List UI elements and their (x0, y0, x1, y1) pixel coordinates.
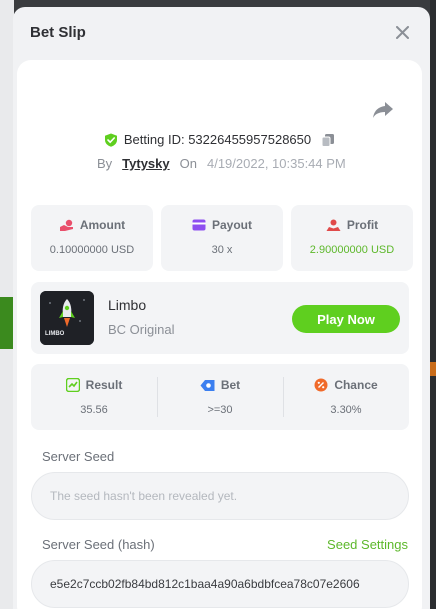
stat-cards: Amount 0.10000000 USD Payout 30 x Profit… (31, 205, 413, 271)
profit-card: Profit 2.90000000 USD (291, 205, 413, 271)
bet-value: >=30 (207, 404, 233, 416)
close-button[interactable] (392, 22, 412, 42)
bet-meta-row: By Tytysky On 4/19/2022, 10:35:44 PM (97, 156, 346, 171)
shield-check-icon (104, 133, 117, 147)
game-name: Limbo (108, 297, 147, 313)
server-seed-label: Server Seed (42, 449, 115, 464)
game-card: LIMBO Limbo BC Original Play Now (31, 282, 409, 354)
payout-icon (192, 219, 206, 231)
bet-label: Bet (220, 378, 241, 392)
payout-value: 30 x (211, 244, 233, 256)
play-now-button[interactable]: Play Now (292, 305, 400, 333)
by-label: By (97, 156, 113, 171)
bet-icon (200, 379, 215, 391)
copy-icon[interactable] (321, 133, 335, 147)
modal-title: Bet Slip (30, 23, 86, 41)
profit-label: Profit (346, 218, 379, 232)
result-column: Result 35.56 (31, 364, 157, 430)
chance-icon (314, 378, 328, 392)
background-green-block (0, 297, 14, 349)
share-button[interactable] (372, 100, 394, 120)
result-value: 35.56 (80, 404, 108, 416)
payout-label: Payout (211, 218, 252, 232)
amount-value: 0.10000000 USD (49, 244, 135, 256)
amount-icon (59, 219, 73, 231)
thumbnail-text: LIMBO (45, 331, 65, 337)
bet-date: 4/19/2022, 10:35:44 PM (206, 156, 346, 171)
share-icon (373, 102, 393, 118)
chance-column: Chance 3.30% (283, 364, 409, 430)
profit-value: 2.90000000 USD (309, 244, 395, 256)
background-right-strip (430, 0, 436, 609)
result-icon (65, 378, 80, 392)
seed-settings-link[interactable]: Seed Settings (327, 537, 408, 552)
profit-icon (326, 219, 341, 231)
amount-card: Amount 0.10000000 USD (31, 205, 153, 271)
close-icon (395, 25, 409, 39)
on-label: On (179, 156, 197, 171)
server-seed-hash-field[interactable]: e5e2c7ccb02fb84bd812c1baa4a90a6bdbfcea78… (31, 560, 409, 608)
limbo-game-thumbnail[interactable]: LIMBO (40, 291, 94, 345)
payout-card: Payout 30 x (161, 205, 283, 271)
server-seed-field[interactable]: The seed hasn't been revealed yet. (31, 472, 409, 520)
bet-column: Bet >=30 (157, 364, 283, 430)
chance-value: 3.30% (330, 404, 362, 416)
background-orange-marker (430, 362, 436, 376)
result-label: Result (85, 378, 123, 392)
bet-slip-modal: Bet Slip Betting ID: 53226455957528650 B… (13, 7, 430, 609)
chance-label: Chance (334, 378, 378, 392)
bet-slip-content: Betting ID: 53226455957528650 By Tytysky… (17, 60, 422, 609)
amount-label: Amount (79, 218, 126, 232)
result-card: Result 35.56 Bet >=30 Chance 3.30% (31, 364, 409, 430)
modal-header: Bet Slip (13, 7, 430, 57)
game-subtitle: BC Original (108, 322, 175, 337)
betting-id: Betting ID: 53226455957528650 (123, 132, 312, 147)
server-seed-hash-label: Server Seed (hash) (42, 537, 155, 552)
betting-id-row: Betting ID: 53226455957528650 (17, 132, 422, 147)
username-link[interactable]: Tytysky (122, 156, 169, 171)
